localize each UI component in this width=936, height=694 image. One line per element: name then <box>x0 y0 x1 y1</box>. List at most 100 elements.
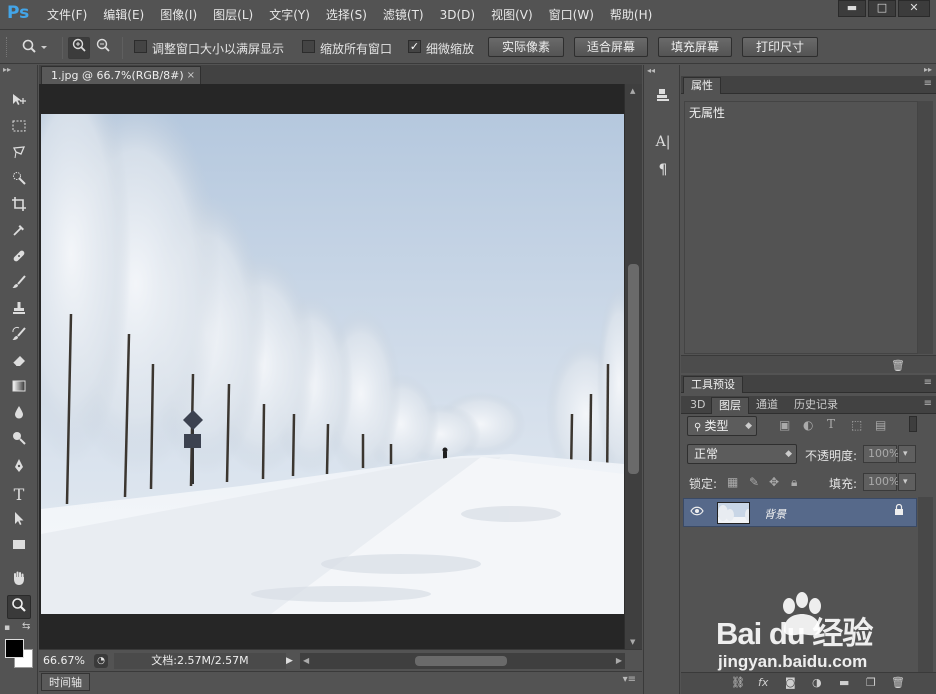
tab-3d[interactable]: 3D <box>683 397 712 414</box>
type-icon[interactable]: T <box>7 483 31 507</box>
brush-icon[interactable] <box>7 273 31 297</box>
gradient-icon[interactable] <box>7 377 31 401</box>
document-image[interactable] <box>41 114 624 614</box>
menu-file[interactable]: 文件(F) <box>39 0 95 30</box>
pen-icon[interactable] <box>7 457 31 481</box>
timeline-menu-icon[interactable]: ▾≡ <box>623 674 636 685</box>
fill-screen-button[interactable]: 填充屏幕 <box>658 37 732 57</box>
properties-menu-icon[interactable]: ≡ <box>924 78 932 89</box>
close-button[interactable]: ✕ <box>898 0 930 17</box>
healing-icon[interactable] <box>7 247 31 271</box>
menu-help[interactable]: 帮助(H) <box>602 0 660 30</box>
canvas-area[interactable] <box>39 84 624 649</box>
delete-layer-icon[interactable]: 🗑 <box>891 676 905 689</box>
document-tab[interactable]: 1.jpg @ 66.7%(RGB/8#) × <box>41 66 201 84</box>
menu-edit[interactable]: 编辑(E) <box>95 0 152 30</box>
filter-type-icon[interactable]: T <box>827 417 835 431</box>
layer-filter-select[interactable]: ⚲ 类型 ◆ <box>687 416 757 436</box>
paragraph-icon[interactable]: ¶ <box>652 159 674 181</box>
menu-layer[interactable]: 图层(L) <box>205 0 261 30</box>
default-colors-icon[interactable]: ▪ <box>4 623 10 633</box>
properties-scrollbar[interactable] <box>918 101 933 354</box>
strip-expand-icon[interactable]: ◂◂ <box>647 66 655 75</box>
print-size-button[interactable]: 打印尺寸 <box>742 37 818 57</box>
filter-adjustment-icon[interactable]: ◐ <box>803 418 813 432</box>
adjustment-layer-icon[interactable]: ◑ <box>812 676 822 689</box>
new-layer-icon[interactable]: ❐ <box>866 676 876 689</box>
scroll-down-icon[interactable]: ▼ <box>630 638 635 646</box>
lock-position-icon[interactable]: ✥ <box>769 475 779 489</box>
blend-mode-select[interactable]: 正常 ◆ <box>687 444 797 464</box>
stamp-icon[interactable] <box>7 299 31 323</box>
tool-presets-menu-icon[interactable]: ≡ <box>924 377 932 388</box>
zoom-preview-icon[interactable]: ◔ <box>94 654 108 668</box>
history-brush-icon[interactable] <box>7 325 31 349</box>
maximize-button[interactable]: □ <box>868 0 896 17</box>
lock-transparent-icon[interactable]: ▦ <box>727 475 738 489</box>
tab-properties[interactable]: 属性 <box>683 77 721 94</box>
tool-presets-icon[interactable] <box>652 87 674 109</box>
zoom-out-icon[interactable] <box>92 37 114 59</box>
add-mask-icon[interactable]: ◙ <box>785 676 796 689</box>
actual-pixels-button[interactable]: 实际像素 <box>488 37 564 57</box>
lasso-icon[interactable] <box>7 143 31 167</box>
filter-toggle[interactable] <box>909 416 917 432</box>
dodge-icon[interactable] <box>7 429 31 453</box>
eyedropper-icon[interactable] <box>7 221 31 245</box>
foreground-color-swatch[interactable] <box>5 639 24 658</box>
character-icon[interactable]: A| <box>652 131 674 153</box>
fit-screen-button[interactable]: 适合屏幕 <box>574 37 648 57</box>
marquee-icon[interactable] <box>7 117 31 141</box>
swap-colors-icon[interactable]: ⇆ <box>22 621 30 632</box>
blur-icon[interactable] <box>7 403 31 427</box>
tab-layers[interactable]: 图层 <box>711 397 749 414</box>
options-bar-grip[interactable] <box>6 37 9 57</box>
layers-menu-icon[interactable]: ≡ <box>924 398 932 409</box>
vertical-scrollbar[interactable]: ▲ ▼ <box>624 84 642 649</box>
horizontal-scrollbar[interactable]: ◀ ▶ <box>300 653 625 669</box>
eye-icon[interactable] <box>690 505 704 519</box>
filter-smart-object-icon[interactable]: ▤ <box>875 418 886 432</box>
fill-field[interactable]: 100% <box>863 473 899 491</box>
delete-icon[interactable]: 🗑 <box>891 359 905 372</box>
zoom-all-windows-checkbox[interactable] <box>302 40 315 53</box>
tools-panel-collapse-icon[interactable]: ▸▸ <box>0 65 37 75</box>
layers-scrollbar[interactable] <box>918 497 933 672</box>
filter-shape-icon[interactable]: ⬚ <box>851 418 862 432</box>
menu-select[interactable]: 选择(S) <box>318 0 375 30</box>
tab-tool-presets[interactable]: 工具预设 <box>683 376 743 393</box>
hand-icon[interactable] <box>7 569 31 593</box>
lock-image-icon[interactable]: ✎ <box>749 475 759 489</box>
link-layers-icon[interactable]: ⛓ <box>731 676 745 689</box>
opacity-dropdown-icon[interactable]: ▾ <box>898 445 916 463</box>
menu-3d[interactable]: 3D(D) <box>432 0 483 30</box>
layer-name[interactable]: 背景 <box>764 506 786 522</box>
path-select-icon[interactable] <box>7 509 31 533</box>
menu-type[interactable]: 文字(Y) <box>261 0 318 30</box>
dock-collapse-icon[interactable]: ▸▸ <box>924 65 932 74</box>
scroll-left-icon[interactable]: ◀ <box>303 653 309 669</box>
layer-style-icon[interactable]: fx <box>758 676 768 689</box>
zoom-in-icon[interactable] <box>68 37 90 59</box>
lock-all-icon[interactable]: 🔒︎ <box>791 475 797 490</box>
zoom-level[interactable]: 66.67% <box>43 654 85 667</box>
tab-history[interactable]: 历史记录 <box>787 397 845 414</box>
resize-windows-checkbox[interactable] <box>134 40 147 53</box>
menu-filter[interactable]: 滤镜(T) <box>375 0 432 30</box>
zoom-icon[interactable] <box>7 595 31 619</box>
tab-channels[interactable]: 通道 <box>749 397 785 414</box>
move-icon[interactable] <box>7 91 31 115</box>
scrubby-zoom-checkbox[interactable]: ✓ <box>408 40 421 53</box>
opacity-field[interactable]: 100% <box>863 445 899 463</box>
close-tab-icon[interactable]: × <box>187 67 195 84</box>
scroll-right-icon[interactable]: ▶ <box>616 653 622 669</box>
eraser-icon[interactable] <box>7 351 31 375</box>
shape-icon[interactable] <box>7 535 31 559</box>
quick-select-icon[interactable] <box>7 169 31 193</box>
new-group-icon[interactable]: ▬ <box>839 676 849 689</box>
filter-pixel-icon[interactable]: ▣ <box>779 418 790 432</box>
vertical-scroll-thumb[interactable] <box>628 264 639 474</box>
timeline-tab[interactable]: 时间轴 <box>41 673 90 691</box>
minimize-button[interactable]: ▬ <box>838 0 866 17</box>
menu-view[interactable]: 视图(V) <box>483 0 541 30</box>
